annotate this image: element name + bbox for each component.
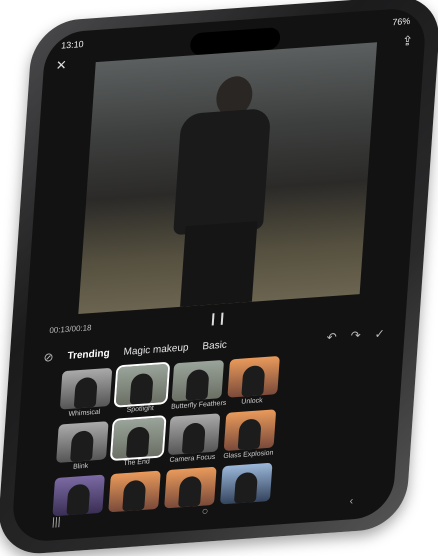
effect-label: Camera Focus (169, 453, 216, 464)
silhouette (237, 418, 262, 451)
effect-label: Whimsical (68, 408, 101, 418)
close-icon[interactable]: ✕ (55, 57, 67, 74)
effect-tile[interactable]: Whimsical (59, 367, 113, 419)
effect-thumbnail (109, 414, 167, 462)
effect-tile[interactable]: Butterfly Feathers (170, 359, 227, 411)
silhouette (181, 422, 206, 455)
effect-tile[interactable]: The End (109, 414, 167, 468)
status-battery: 76% (391, 15, 411, 28)
phone-screen: 13:10 76% ✕ ⇪ 00:13/00:18 ❙❙ ⊘ Trending (10, 6, 428, 544)
silhouette (122, 479, 147, 512)
silhouette (129, 372, 154, 405)
effect-thumbnail (59, 367, 113, 410)
no-effect-icon[interactable]: ⊘ (43, 350, 54, 365)
status-time: 13:10 (60, 38, 84, 51)
effect-label: Glass Explosion (223, 449, 274, 461)
playback-time: 00:13/00:18 (49, 322, 92, 335)
tab-trending[interactable]: Trending (67, 347, 110, 361)
effect-label: Butterfly Feathers (170, 399, 227, 411)
effect-tile[interactable]: Glass Explosion (223, 409, 277, 461)
export-icon[interactable]: ⇪ (401, 33, 414, 50)
effect-label: Blink (72, 462, 89, 471)
recent-apps-icon[interactable]: ||| (52, 516, 61, 529)
back-icon[interactable]: ‹ (349, 495, 354, 507)
phone-body: 13:10 76% ✕ ⇪ 00:13/00:18 ❙❙ ⊘ Trending (0, 0, 438, 556)
confirm-check-icon[interactable]: ✓ (374, 326, 385, 341)
effect-tile[interactable]: Unlock (227, 355, 280, 407)
tab-basic[interactable]: Basic (202, 339, 227, 352)
effect-tile[interactable]: Camera Focus (167, 413, 221, 464)
effect-thumbnail (113, 361, 171, 408)
phone-mockup: 13:10 76% ✕ ⇪ 00:13/00:18 ❙❙ ⊘ Trending (0, 0, 438, 556)
effect-thumbnail (219, 462, 273, 505)
effect-label: The End (123, 458, 150, 468)
effect-thumbnail (52, 474, 105, 517)
silhouette (66, 483, 91, 516)
silhouette (185, 368, 210, 401)
silhouette (125, 426, 150, 459)
silhouette (241, 364, 266, 397)
effect-thumbnail (56, 421, 109, 463)
effect-thumbnail (108, 470, 161, 513)
silhouette (178, 475, 203, 508)
effect-thumbnail (164, 466, 217, 509)
silhouette (73, 376, 98, 409)
redo-icon[interactable]: ↷ (350, 328, 361, 343)
effect-label: Spotlight (126, 404, 155, 414)
effect-tile[interactable]: Blink (55, 421, 109, 472)
tab-magic-makeup[interactable]: Magic makeup (123, 342, 189, 358)
silhouette (70, 430, 95, 462)
effect-thumbnail (167, 413, 221, 456)
effect-thumbnail (227, 355, 280, 398)
tabs-spacer (241, 339, 313, 344)
effect-thumbnail (223, 409, 277, 452)
pause-icon[interactable]: ❙❙ (208, 311, 227, 326)
effect-tile[interactable]: Spotlight (113, 361, 171, 415)
home-icon[interactable]: ○ (201, 505, 208, 518)
effect-thumbnail (171, 359, 225, 402)
silhouette (233, 471, 258, 504)
effect-label: Unlock (241, 397, 263, 406)
undo-icon[interactable]: ↶ (326, 330, 337, 345)
preview-person-body (173, 107, 272, 236)
video-preview[interactable] (78, 42, 378, 315)
preview-person-legs (179, 221, 257, 307)
timeline-spacer (343, 307, 383, 310)
